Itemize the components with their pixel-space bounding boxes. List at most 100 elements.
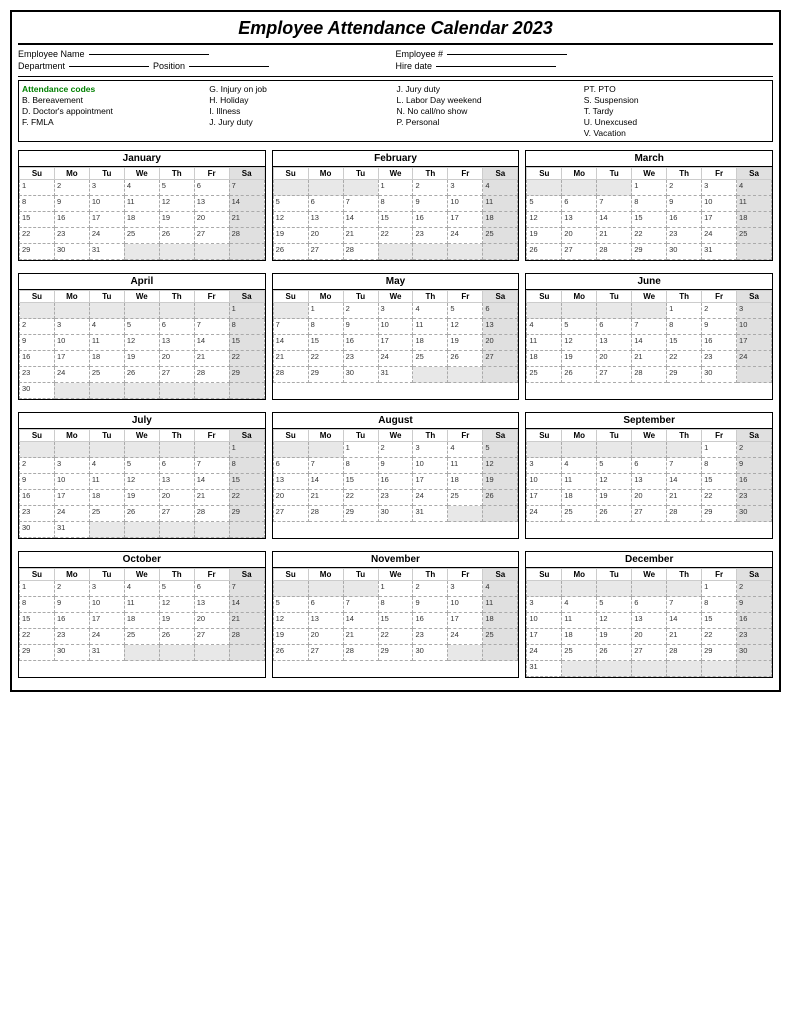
calendar-cell[interactable]: 19 xyxy=(273,228,308,244)
calendar-cell[interactable]: 28 xyxy=(667,506,702,522)
calendar-cell[interactable]: 27 xyxy=(308,244,343,260)
calendar-cell[interactable]: 9 xyxy=(413,597,448,613)
calendar-cell[interactable] xyxy=(667,442,702,458)
calendar-cell[interactable]: 9 xyxy=(667,196,702,212)
calendar-cell[interactable]: 3 xyxy=(702,180,737,196)
calendar-cell[interactable]: 23 xyxy=(667,228,702,244)
calendar-cell[interactable]: 17 xyxy=(737,335,772,351)
calendar-cell[interactable]: 11 xyxy=(562,474,597,490)
calendar-cell[interactable]: 21 xyxy=(194,351,229,367)
calendar-cell[interactable]: 26 xyxy=(159,228,194,244)
calendar-cell[interactable]: 21 xyxy=(229,613,264,629)
calendar-cell[interactable]: 8 xyxy=(667,319,702,335)
calendar-cell[interactable]: 12 xyxy=(597,474,632,490)
calendar-cell[interactable]: 14 xyxy=(667,474,702,490)
calendar-cell[interactable]: 4 xyxy=(413,303,448,319)
calendar-cell[interactable]: 20 xyxy=(597,351,632,367)
calendar-cell[interactable] xyxy=(597,442,632,458)
calendar-cell[interactable] xyxy=(702,661,737,677)
calendar-cell[interactable]: 1 xyxy=(229,442,264,458)
calendar-cell[interactable]: 20 xyxy=(483,335,518,351)
calendar-cell[interactable]: 18 xyxy=(483,212,518,228)
calendar-cell[interactable]: 21 xyxy=(229,212,264,228)
calendar-cell[interactable]: 2 xyxy=(737,442,772,458)
calendar-cell[interactable]: 23 xyxy=(20,506,55,522)
calendar-cell[interactable]: 28 xyxy=(194,506,229,522)
calendar-cell[interactable]: 11 xyxy=(89,474,124,490)
calendar-cell[interactable]: 17 xyxy=(378,335,413,351)
calendar-cell[interactable]: 16 xyxy=(54,613,89,629)
calendar-cell[interactable]: 7 xyxy=(667,597,702,613)
calendar-cell[interactable]: 13 xyxy=(632,613,667,629)
calendar-cell[interactable]: 29 xyxy=(20,645,55,661)
calendar-cell[interactable]: 23 xyxy=(378,490,413,506)
calendar-cell[interactable]: 25 xyxy=(527,367,562,383)
calendar-cell[interactable]: 17 xyxy=(54,490,89,506)
calendar-cell[interactable]: 2 xyxy=(54,180,89,196)
calendar-cell[interactable]: 8 xyxy=(229,319,264,335)
calendar-cell[interactable]: 14 xyxy=(343,613,378,629)
calendar-cell[interactable]: 6 xyxy=(597,319,632,335)
calendar-cell[interactable]: 23 xyxy=(54,228,89,244)
calendar-cell[interactable]: 16 xyxy=(20,490,55,506)
calendar-cell[interactable]: 14 xyxy=(194,474,229,490)
calendar-cell[interactable] xyxy=(124,383,159,399)
calendar-cell[interactable]: 17 xyxy=(89,212,124,228)
calendar-cell[interactable]: 7 xyxy=(343,597,378,613)
calendar-cell[interactable]: 1 xyxy=(632,180,667,196)
calendar-cell[interactable]: 23 xyxy=(413,629,448,645)
calendar-cell[interactable] xyxy=(54,303,89,319)
calendar-cell[interactable]: 22 xyxy=(229,351,264,367)
calendar-cell[interactable] xyxy=(20,303,55,319)
calendar-cell[interactable]: 29 xyxy=(343,506,378,522)
calendar-cell[interactable]: 3 xyxy=(54,319,89,335)
calendar-cell[interactable]: 18 xyxy=(527,351,562,367)
calendar-cell[interactable]: 18 xyxy=(124,613,159,629)
calendar-cell[interactable]: 27 xyxy=(194,228,229,244)
calendar-cell[interactable]: 7 xyxy=(229,581,264,597)
calendar-cell[interactable]: 18 xyxy=(562,490,597,506)
calendar-cell[interactable] xyxy=(124,244,159,260)
calendar-cell[interactable]: 17 xyxy=(448,613,483,629)
calendar-cell[interactable] xyxy=(89,522,124,538)
calendar-cell[interactable]: 21 xyxy=(343,629,378,645)
calendar-cell[interactable]: 24 xyxy=(702,228,737,244)
calendar-cell[interactable]: 25 xyxy=(483,629,518,645)
calendar-cell[interactable]: 16 xyxy=(54,212,89,228)
calendar-cell[interactable]: 11 xyxy=(737,196,772,212)
calendar-cell[interactable]: 31 xyxy=(89,645,124,661)
calendar-cell[interactable]: 24 xyxy=(89,629,124,645)
calendar-cell[interactable]: 12 xyxy=(273,212,308,228)
dept-field[interactable] xyxy=(69,66,149,67)
calendar-cell[interactable] xyxy=(194,383,229,399)
calendar-cell[interactable]: 28 xyxy=(667,645,702,661)
calendar-cell[interactable]: 10 xyxy=(737,319,772,335)
calendar-cell[interactable]: 21 xyxy=(632,351,667,367)
calendar-cell[interactable]: 25 xyxy=(124,629,159,645)
calendar-cell[interactable]: 28 xyxy=(632,367,667,383)
calendar-cell[interactable]: 23 xyxy=(413,228,448,244)
calendar-cell[interactable] xyxy=(448,645,483,661)
calendar-cell[interactable]: 28 xyxy=(343,244,378,260)
calendar-cell[interactable]: 7 xyxy=(632,319,667,335)
calendar-cell[interactable]: 29 xyxy=(702,506,737,522)
calendar-cell[interactable]: 14 xyxy=(343,212,378,228)
calendar-cell[interactable]: 31 xyxy=(702,244,737,260)
calendar-cell[interactable]: 22 xyxy=(378,228,413,244)
calendar-cell[interactable]: 26 xyxy=(562,367,597,383)
calendar-cell[interactable]: 4 xyxy=(124,180,159,196)
calendar-cell[interactable] xyxy=(159,303,194,319)
calendar-cell[interactable]: 22 xyxy=(20,228,55,244)
calendar-cell[interactable]: 1 xyxy=(343,442,378,458)
calendar-cell[interactable]: 11 xyxy=(124,597,159,613)
calendar-cell[interactable]: 20 xyxy=(194,212,229,228)
calendar-cell[interactable]: 20 xyxy=(194,613,229,629)
calendar-cell[interactable]: 31 xyxy=(413,506,448,522)
calendar-cell[interactable]: 9 xyxy=(54,196,89,212)
calendar-cell[interactable]: 17 xyxy=(54,351,89,367)
calendar-cell[interactable]: 24 xyxy=(737,351,772,367)
calendar-cell[interactable]: 8 xyxy=(343,458,378,474)
calendar-cell[interactable] xyxy=(632,581,667,597)
calendar-cell[interactable]: 16 xyxy=(737,474,772,490)
calendar-cell[interactable]: 15 xyxy=(308,335,343,351)
